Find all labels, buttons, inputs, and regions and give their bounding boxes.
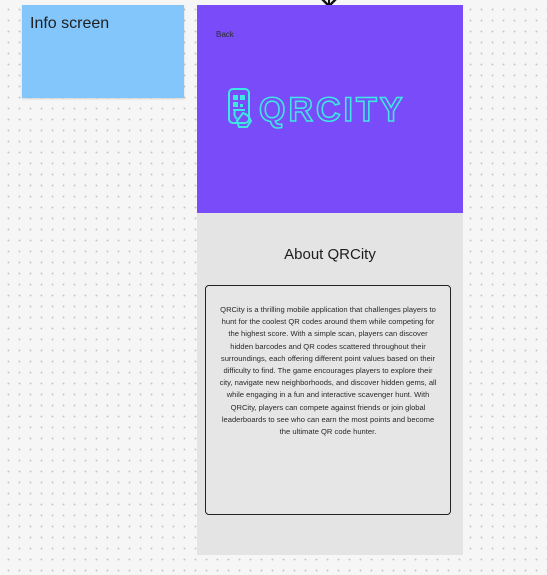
- about-title: About QRCity: [284, 246, 376, 263]
- qrcity-logo: QRCITY: [228, 88, 405, 130]
- info-screen-frame: Back QRCITY About QRCity QRCity is a thr…: [197, 5, 463, 555]
- about-description: QRCity is a thrilling mobile application…: [219, 305, 437, 437]
- sticky-note-label: Info screen: [30, 15, 110, 32]
- logo-wordmark: QRCITY: [259, 91, 405, 129]
- header-band: Back QRCITY: [197, 5, 463, 213]
- phone-qr-icon: [228, 88, 253, 128]
- about-text-box: QRCity is a thrilling mobile application…: [205, 285, 451, 515]
- back-button[interactable]: Back: [216, 30, 234, 39]
- info-screen-sticky-note[interactable]: Info screen: [22, 5, 184, 98]
